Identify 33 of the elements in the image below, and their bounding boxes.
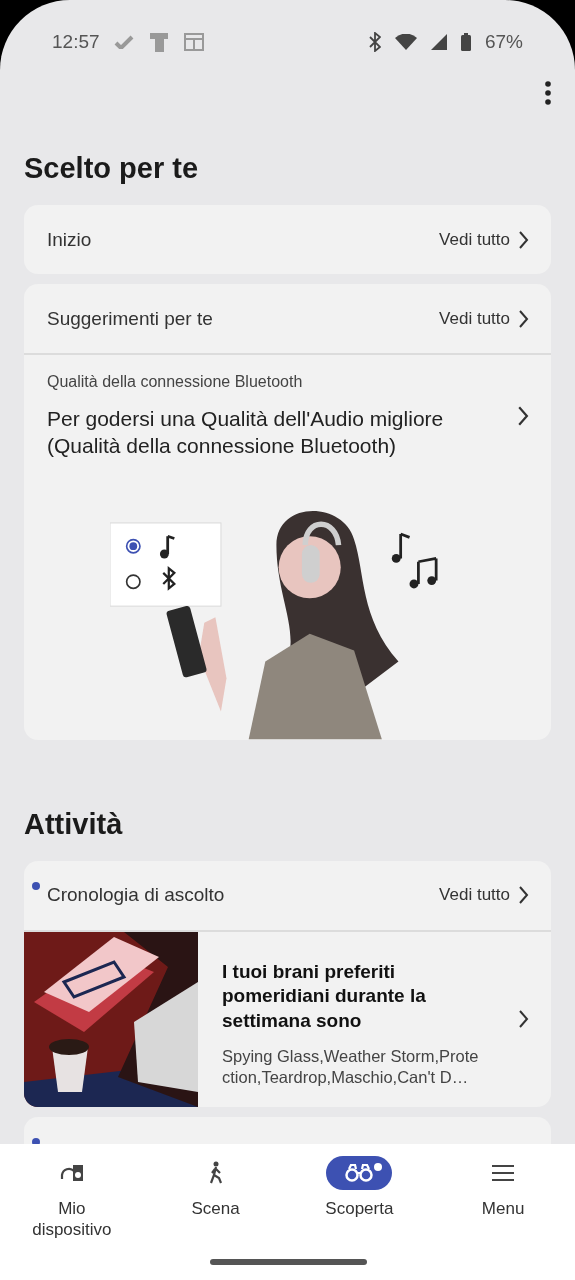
history-title: I tuoi brani preferiti pomeridiani durante la settimana sono [222,959,427,1033]
card-title: Suggerimenti per te [47,307,214,330]
binoculars-icon [345,1164,374,1182]
chevron-right-icon [518,308,529,329]
card-title: Cronologia di ascolto [47,884,226,907]
see-all-link[interactable]: Vedi tutto [439,885,529,906]
check-icon [113,35,134,49]
chevron-right-icon [518,885,529,906]
device-icon [147,31,170,53]
card-subtitle: Qualità della connessione Bluetooth [46,372,304,391]
section-title: Attività [24,806,124,842]
window-icon [183,33,204,51]
nav-tab[interactable]: Scena [182,1156,249,1220]
nav-tab[interactable]: Mio dispositivo [16,1156,127,1241]
bluetooth-icon [368,32,381,52]
signal-icon [430,34,447,50]
status-time: 12:57 [52,31,100,53]
chevron-right-icon [516,405,529,427]
menu-icon [491,1164,516,1182]
track-list: Spying Glass,Weather Storm,Protection,Teardrop,Maschio,Can't D… [222,1045,479,1089]
nav-tab[interactable]: Menu [470,1156,537,1220]
see-all-link[interactable]: Vedi tutto [439,308,529,329]
chevron-right-icon [518,229,529,250]
section-title: Scelto per te [24,151,200,186]
wifi-icon [394,34,417,50]
card-title: Inizio [47,228,93,251]
see-all-link[interactable]: Vedi tutto [439,229,529,250]
chevron-right-icon [518,1009,529,1030]
feature-link[interactable]: Per godersi una Qualità dell'Audio migliore (Qualità della connessione Bluetooth) [24,391,551,460]
battery-percent: 67% [484,31,523,53]
battery-icon [460,33,471,51]
headphones-speaker-icon [58,1163,85,1183]
more-options-icon[interactable] [545,81,551,105]
